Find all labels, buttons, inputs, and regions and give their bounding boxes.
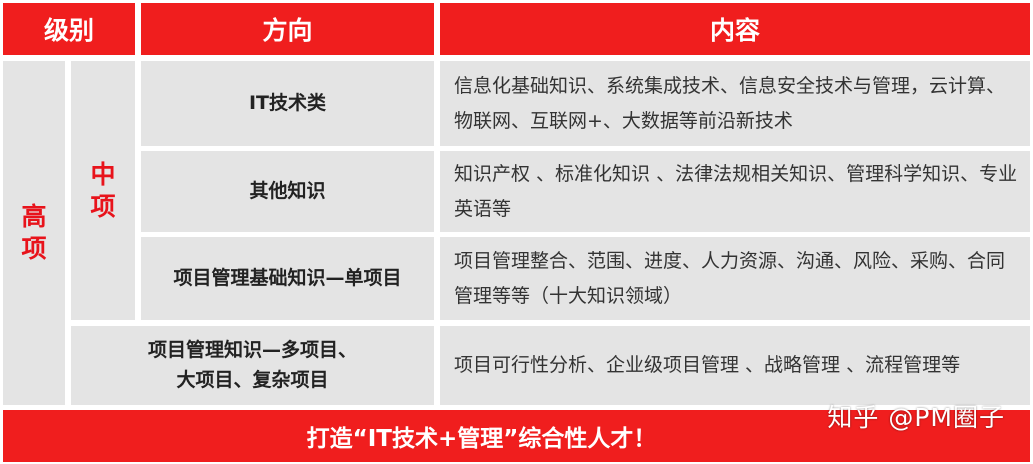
direction-pm-multi-line-2: 大项目、复杂项目	[176, 368, 329, 391]
level-high-char-1: 高	[21, 202, 47, 231]
content-pm-multi: 项目可行性分析、企业级项目管理 、战略管理 、流程管理等	[440, 326, 1030, 405]
header-direction: 方向	[141, 3, 434, 55]
content-other-knowledge: 知识产权 、标准化知识 、法律法规相关知识、管理科学知识、专业英语等	[440, 151, 1030, 232]
header-content: 内容	[440, 3, 1030, 55]
content-pm-basics-single: 项目管理整合、范围、进度、人力资源、沟通、风险、采购、合同管理等等（十大知识领域…	[440, 237, 1030, 320]
direction-other-knowledge: 其他知识	[141, 151, 434, 232]
watermark: 知乎 @PM圈子	[827, 403, 1005, 432]
direction-pm-multi: 项目管理知识—多项目、 大项目、复杂项目	[71, 326, 434, 405]
level-medium-char-1: 中	[90, 159, 116, 189]
direction-pm-multi-line-1: 项目管理知识—多项目、	[147, 339, 357, 362]
level-medium: 中 项	[71, 61, 135, 320]
level-medium-char-2: 项	[90, 191, 116, 221]
content-it-tech: 信息化基础知识、系统集成技术、信息安全技术与管理，云计算、物联网、互联网+、大数…	[440, 61, 1030, 146]
header-level: 级别	[3, 3, 135, 55]
level-high: 高 项	[3, 61, 65, 405]
level-high-char-2: 项	[21, 234, 47, 263]
direction-pm-basics-single: 项目管理基础知识—单项目	[141, 237, 434, 320]
direction-it-tech: IT技术类	[141, 61, 434, 146]
